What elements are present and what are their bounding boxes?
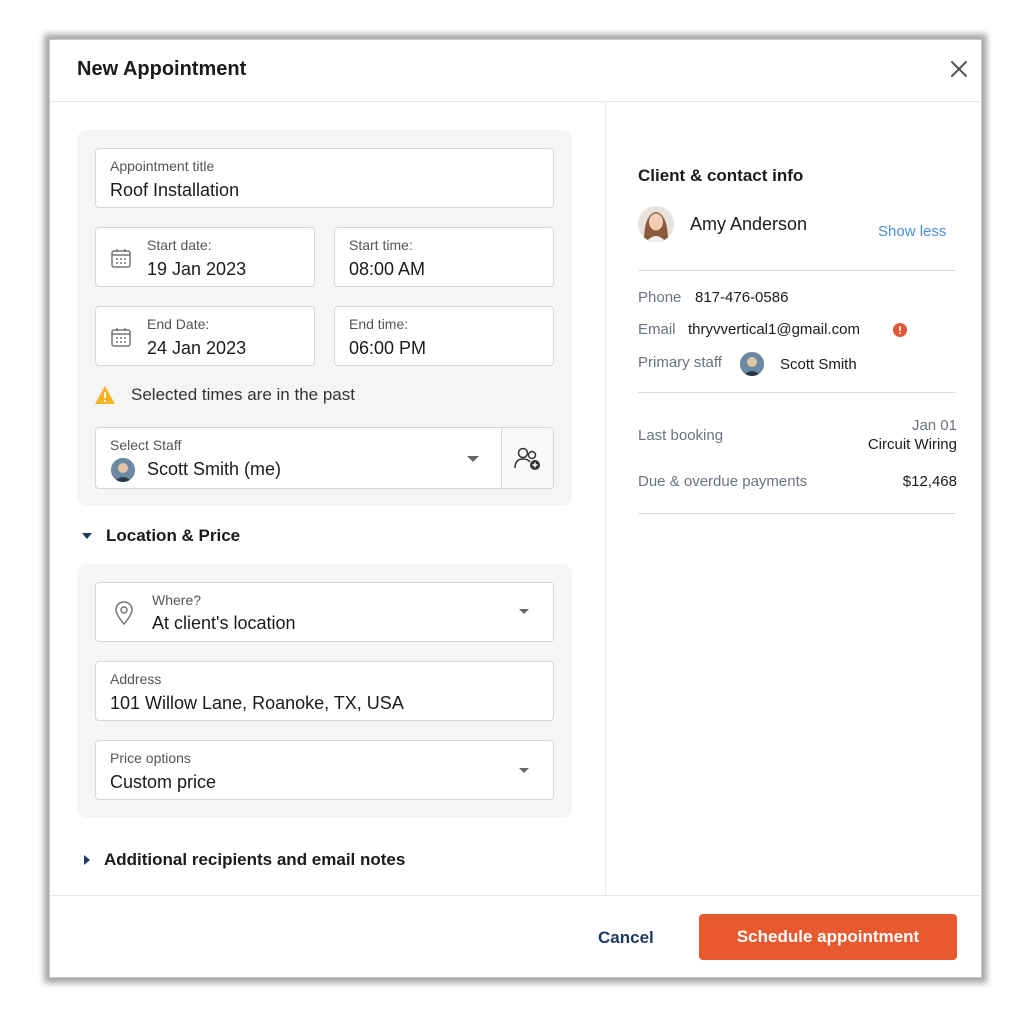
- address-value: 101 Willow Lane, Roanoke, TX, USA: [110, 693, 404, 713]
- client-info-title: Client & contact info: [638, 166, 804, 185]
- start-time-value: 08:00 AM: [349, 259, 426, 279]
- additional-recipients-title: Additional recipients and email notes: [104, 850, 406, 869]
- caret-right-icon: [84, 855, 90, 865]
- caret-down-icon: [82, 533, 92, 539]
- new-appointment-modal: New Appointment Appointment title Roof I…: [49, 39, 982, 978]
- additional-recipients-toggle[interactable]: Additional recipients and email notes: [84, 850, 405, 870]
- price-options-label: Price options: [110, 750, 191, 766]
- due-payments-label: Due & overdue payments: [638, 473, 808, 490]
- end-date-label: End Date:: [147, 316, 210, 332]
- staff-avatar: [111, 458, 135, 482]
- modal-footer: Cancel Schedule appointment: [50, 895, 981, 977]
- location-card: Where? At client's location Address 101 …: [77, 564, 572, 818]
- chevron-down-icon: [467, 456, 479, 462]
- where-value: At client's location: [152, 613, 296, 633]
- start-time-label: Start time:: [349, 237, 413, 253]
- email-label: Email: [638, 321, 676, 338]
- last-booking-service: Circuit Wiring: [867, 436, 957, 453]
- cancel-button[interactable]: Cancel: [598, 928, 654, 948]
- modal-title: New Appointment: [77, 58, 247, 80]
- where-select[interactable]: Where? At client's location: [95, 582, 554, 642]
- price-options-select[interactable]: Price options Custom price: [95, 740, 554, 800]
- left-panel: Appointment title Roof Installation Star…: [50, 102, 606, 897]
- staff-select[interactable]: Select Staff Scott Smith (me): [95, 427, 502, 489]
- client-info-panel: Client & contact info Amy Anderson Show …: [606, 102, 983, 897]
- calendar-icon: [111, 249, 131, 268]
- details-card: Appointment title Roof Installation Star…: [77, 130, 572, 506]
- email-value: thryvvertical1@gmail.com: [688, 321, 860, 338]
- start-date-field[interactable]: Start date: 19 Jan 2023: [95, 227, 315, 287]
- divider: [638, 392, 956, 393]
- add-staff-button[interactable]: [501, 427, 554, 489]
- calendar-icon: [111, 328, 131, 347]
- schedule-appointment-button[interactable]: Schedule appointment: [699, 914, 957, 960]
- last-booking-label: Last booking: [638, 427, 724, 444]
- end-date-value: 24 Jan 2023: [147, 338, 247, 358]
- chevron-down-icon: [519, 609, 529, 614]
- alert-icon: [893, 323, 907, 337]
- end-time-field[interactable]: End time: 06:00 PM: [334, 306, 554, 366]
- close-button[interactable]: [947, 57, 971, 81]
- last-booking-date: Jan 01: [911, 417, 957, 434]
- divider: [638, 513, 956, 514]
- primary-staff-value: Scott Smith: [780, 356, 857, 373]
- end-time-value: 06:00 PM: [349, 338, 427, 358]
- chevron-down-icon: [519, 768, 529, 773]
- location-pin-icon: [115, 601, 133, 626]
- where-label: Where?: [152, 592, 202, 608]
- close-icon: [951, 61, 967, 77]
- client-avatar: [638, 206, 674, 242]
- primary-staff-avatar: [740, 352, 764, 376]
- staff-select-value: Scott Smith (me): [147, 459, 282, 479]
- past-time-warning: Selected times are in the past: [94, 385, 355, 405]
- warning-icon: [95, 386, 115, 404]
- start-time-field[interactable]: Start time: 08:00 AM: [334, 227, 554, 287]
- show-less-link[interactable]: Show less: [878, 223, 946, 240]
- end-time-label: End time:: [349, 316, 409, 332]
- divider: [638, 270, 956, 271]
- start-date-label: Start date:: [147, 237, 212, 253]
- start-date-value: 19 Jan 2023: [147, 259, 247, 279]
- modal-header: New Appointment: [50, 40, 981, 102]
- add-user-icon: [514, 447, 540, 470]
- primary-staff-label: Primary staff: [638, 354, 722, 371]
- staff-select-label: Select Staff: [110, 437, 182, 453]
- client-name: Amy Anderson: [690, 214, 808, 234]
- price-options-value: Custom price: [110, 772, 217, 792]
- appointment-title-value: Roof Installation: [110, 180, 240, 200]
- phone-label: Phone: [638, 289, 682, 306]
- end-date-field[interactable]: End Date: 24 Jan 2023: [95, 306, 315, 366]
- due-payments-amount: $12,468: [902, 473, 957, 490]
- warning-text: Selected times are in the past: [131, 385, 355, 404]
- location-price-title: Location & Price: [106, 526, 241, 545]
- address-field[interactable]: Address 101 Willow Lane, Roanoke, TX, US…: [95, 661, 554, 721]
- appointment-title-field[interactable]: Appointment title Roof Installation: [95, 148, 554, 208]
- address-label: Address: [110, 671, 162, 687]
- appointment-title-label: Appointment title: [110, 158, 215, 174]
- location-price-toggle[interactable]: Location & Price: [82, 526, 240, 546]
- phone-value: 817-476-0586: [695, 289, 789, 306]
